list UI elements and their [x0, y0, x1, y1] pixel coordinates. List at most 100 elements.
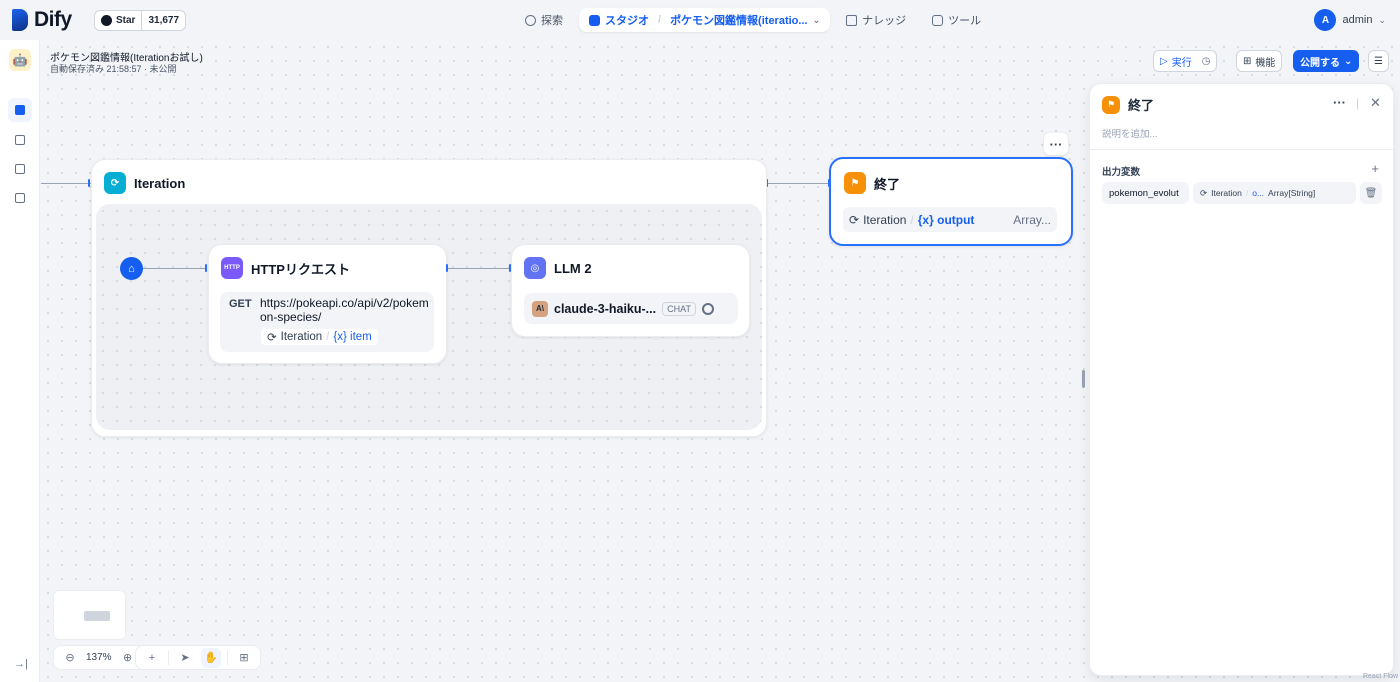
description-input[interactable]: 説明を追加...	[1102, 126, 1157, 140]
add-variable-icon[interactable]: +	[1371, 161, 1379, 176]
zoom-level[interactable]: 137%	[86, 652, 112, 663]
llm-model-name: claude-3-haiku-...	[554, 301, 657, 316]
publish-label: 公開する	[1300, 57, 1340, 69]
panel-header-divider: |	[1356, 96, 1360, 110]
rail-orchestrate-button[interactable]	[8, 98, 32, 122]
expand-sidebar-icon[interactable]: →|	[14, 658, 28, 670]
edge-iteration-end	[768, 183, 830, 184]
rail-monitor-button[interactable]	[8, 186, 32, 210]
var-node-name: Iteration	[280, 331, 323, 343]
output-var-selector[interactable]: ⟳ Iteration / o... Array[String]	[1193, 182, 1356, 204]
chevron-down-icon[interactable]: ⌄	[813, 15, 821, 26]
llm-brain-icon: ◎	[524, 257, 546, 279]
http-out-handle[interactable]	[446, 264, 448, 272]
iteration-title-text: Iteration	[134, 175, 186, 191]
chevron-down-icon: ⌄	[1344, 55, 1353, 67]
nav-tools-label: ツール	[948, 15, 982, 27]
grid-icon: ⊞	[1243, 55, 1252, 67]
nav-explore[interactable]: 探索	[515, 8, 573, 32]
canvas-tools: + ➤ ✋ ⊞	[135, 645, 261, 670]
iteration-start-home-icon[interactable]: ⌂	[120, 257, 143, 280]
user-name: admin	[1342, 14, 1373, 26]
rail-api-button[interactable]	[8, 128, 32, 152]
end-node-title: ⚑ 終了	[844, 172, 900, 194]
history-icon[interactable]: ◷	[1202, 56, 1211, 67]
star-count: 31,677	[148, 15, 180, 26]
edge-start-http	[143, 268, 207, 269]
iteration-node-title: ⟳ Iteration	[104, 172, 185, 194]
rail-logs-button[interactable]	[8, 157, 32, 181]
current-app-label[interactable]: ポケモン図鑑情報(iteratio...	[670, 12, 808, 28]
panel-more-icon[interactable]: ···	[1333, 95, 1346, 110]
node-settings-panel: ⚑ 終了 ··· | ✕ 説明を追加... 出力変数 + pokemon_evo…	[1089, 83, 1394, 676]
panel-resize-handle[interactable]	[1082, 370, 1085, 388]
trash-icon[interactable]: 🗑	[1360, 182, 1382, 204]
anthropic-logo-icon: A\	[532, 300, 548, 317]
publish-button[interactable]: 公開する ⌄	[1293, 50, 1360, 72]
llm-title-text: LLM 2	[554, 260, 592, 276]
var-name: {x} item	[333, 331, 372, 343]
features-button[interactable]: ⊞ 機能	[1236, 50, 1283, 72]
react-flow-attribution[interactable]: React Flow	[1363, 673, 1398, 680]
nav-studio-label: スタジオ	[605, 15, 649, 27]
llm-node-title: ◎ LLM 2	[524, 257, 592, 279]
panel-title[interactable]: 終了	[1128, 95, 1154, 114]
iteration-in-handle[interactable]	[88, 179, 90, 187]
output-var-name-input[interactable]: pokemon_evolut	[1102, 182, 1189, 204]
github-star-button[interactable]: Star 31,677	[94, 10, 187, 31]
brand-name: Dify	[34, 8, 72, 31]
nav-studio[interactable]: スタジオ / ポケモン図鑑情報(iteratio... ⌄	[579, 8, 831, 32]
app-robot-icon[interactable]: 🤖	[9, 49, 31, 71]
zoom-out-icon[interactable]: ⊖	[60, 648, 80, 668]
selector-node: Iteration	[1211, 188, 1242, 198]
book-icon	[846, 14, 858, 26]
end-in-handle[interactable]	[828, 179, 830, 187]
iteration-small-icon: ⟳	[267, 332, 277, 344]
edge-into-iteration	[41, 183, 91, 184]
http-in-handle[interactable]	[205, 264, 207, 272]
nav-tools[interactable]: ツール	[922, 8, 991, 32]
selector-var: o...	[1252, 188, 1265, 198]
http-method: GET	[229, 298, 252, 310]
hand-icon[interactable]: ✋	[201, 647, 221, 668]
logo[interactable]: Dify	[12, 8, 72, 32]
run-label: 実行	[1171, 57, 1192, 69]
selector-type: Array[String]	[1268, 188, 1316, 198]
nav-explore-label: 探索	[541, 15, 563, 27]
workflow-icon	[15, 105, 25, 115]
add-node-icon[interactable]: +	[142, 648, 162, 668]
tool-divider	[168, 650, 169, 665]
node-more-button[interactable]: ···	[1044, 133, 1068, 155]
compass-icon	[525, 14, 536, 26]
studio-icon	[589, 14, 600, 26]
end-node[interactable]	[829, 157, 1073, 246]
nav-knowledge-label: ナレッジ	[862, 15, 907, 27]
terminal-icon	[15, 135, 25, 145]
bar-chart-icon	[15, 193, 25, 203]
run-button[interactable]: ▷ 実行 ◷	[1153, 50, 1218, 72]
minimap-viewport	[84, 611, 110, 621]
chevron-down-icon: ⌄	[1378, 14, 1386, 25]
features-label: 機能	[1255, 57, 1276, 69]
end-var-name: {x} output	[917, 212, 975, 227]
minimap[interactable]	[53, 590, 126, 640]
nav-knowledge[interactable]: ナレッジ	[836, 8, 916, 32]
end-flag-icon: ⚑	[1102, 95, 1120, 114]
pointer-icon[interactable]: ➤	[175, 648, 195, 668]
file-search-icon	[15, 164, 25, 174]
http-variable-chip: ⟳ Iteration / {x} item	[261, 329, 378, 345]
vision-eye-icon	[701, 302, 714, 315]
user-menu[interactable]: A admin ⌄	[1314, 9, 1386, 31]
checklist-button[interactable]: ☰	[1368, 50, 1389, 72]
http-request-summary: GET https://pokeapi.co/api/v2/pokemon-sp…	[220, 292, 434, 352]
play-icon: ▷	[1160, 55, 1168, 67]
github-icon	[101, 15, 112, 26]
end-output-variable: ⟳ Iteration / {x} output Array...	[843, 207, 1057, 232]
autosave-status: 自動保存済み 21:58:57 · 未公開	[50, 64, 177, 74]
main-nav: 探索 スタジオ / ポケモン図鑑情報(iteratio... ⌄ ナレッジ ツー…	[515, 8, 991, 32]
close-icon[interactable]: ✕	[1370, 95, 1381, 111]
top-bar: Dify Star 31,677 探索 スタジオ / ポケモン図鑑情報(iter…	[0, 0, 1400, 40]
http-icon: HTTP	[221, 257, 243, 279]
checklist-icon: ☰	[1374, 55, 1383, 67]
organize-icon[interactable]: ⊞	[234, 648, 254, 668]
